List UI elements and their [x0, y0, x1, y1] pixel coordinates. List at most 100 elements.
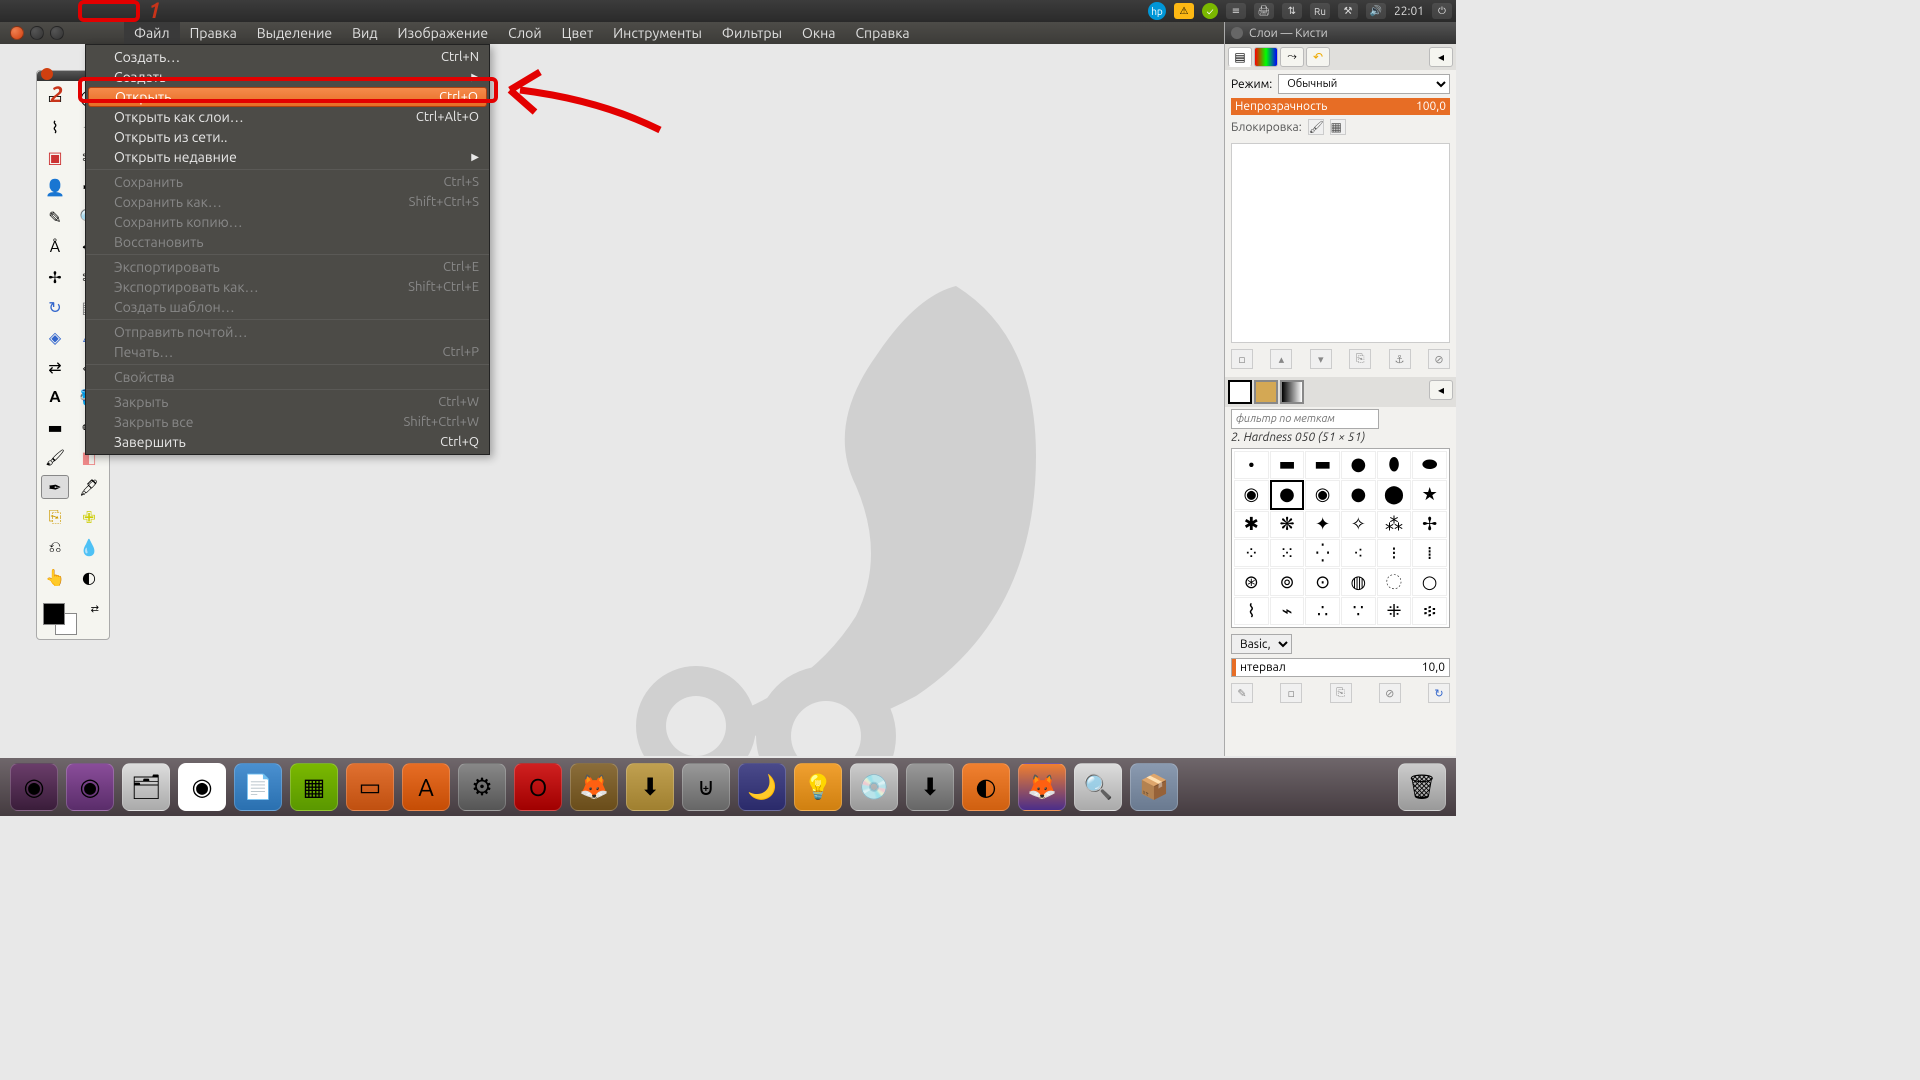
- lower-layer-button[interactable]: ▾: [1310, 349, 1332, 369]
- brush-item-selected[interactable]: ●: [1270, 480, 1305, 510]
- rotate-tool[interactable]: ↻: [41, 295, 69, 319]
- opacity-slider[interactable]: Непрозрачность 100,0: [1231, 98, 1450, 115]
- image-viewer-icon[interactable]: 🔍: [1074, 763, 1122, 811]
- brush-item[interactable]: ⊙: [1305, 568, 1340, 596]
- blender-icon[interactable]: ◐: [962, 763, 1010, 811]
- text-tool[interactable]: A: [41, 385, 69, 409]
- dodge-tool[interactable]: ◐: [75, 565, 103, 589]
- paths-tab[interactable]: ⤳: [1280, 47, 1304, 67]
- brush-item[interactable]: ○: [1412, 568, 1447, 596]
- brush-item[interactable]: ✦: [1305, 511, 1340, 539]
- airbrush-tool[interactable]: ✒: [41, 475, 69, 499]
- brush-interval-slider[interactable]: нтервал 10,0: [1231, 658, 1450, 677]
- refresh-brush-button[interactable]: ↻: [1428, 683, 1450, 703]
- archive-icon[interactable]: 📦: [1130, 763, 1178, 811]
- edit-brush-button[interactable]: ✎: [1231, 683, 1253, 703]
- software-center-icon[interactable]: A: [402, 763, 450, 811]
- brush-item[interactable]: ⊚: [1270, 568, 1305, 596]
- brush-item[interactable]: ⁜: [1377, 597, 1412, 625]
- anchor-layer-button[interactable]: ⚓: [1389, 349, 1411, 369]
- window-maximize-button[interactable]: [50, 26, 64, 40]
- files-icon[interactable]: 🗂: [122, 763, 170, 811]
- menu-выделение[interactable]: Выделение: [247, 22, 342, 44]
- brush-item[interactable]: ●: [1341, 451, 1376, 479]
- brushes-tab[interactable]: [1228, 380, 1252, 404]
- brush-item[interactable]: ✧: [1341, 511, 1376, 539]
- print-icon[interactable]: 🖨: [1254, 3, 1274, 19]
- raise-layer-button[interactable]: ▴: [1270, 349, 1292, 369]
- by-color-select-tool[interactable]: ▣: [41, 145, 69, 169]
- menu-icon[interactable]: ≡: [1226, 3, 1246, 19]
- lock-pixels-icon[interactable]: 🖌: [1308, 119, 1324, 135]
- trash-icon[interactable]: 🗑: [1398, 763, 1446, 811]
- menu-item-завершить[interactable]: ЗавершитьCtrl+Q: [86, 432, 489, 452]
- brasero-icon[interactable]: 💿: [850, 763, 898, 811]
- status-ok-icon[interactable]: ✓: [1202, 3, 1218, 19]
- smudge-tool[interactable]: 👆: [41, 565, 69, 589]
- menu-изображение[interactable]: Изображение: [388, 22, 499, 44]
- brush-grid[interactable]: • ▬ ▬ ● ⬮ ⬬ ◉ ● ◉ ● ⬤ ★ ✱ ❋ ✦ ✧ ⁂ ✢ ⁘ ⁙ …: [1231, 448, 1450, 628]
- brush-item[interactable]: ⁖: [1341, 539, 1376, 567]
- perspective-clone-tool[interactable]: ⎌: [41, 535, 69, 559]
- menu-вид[interactable]: Вид: [342, 22, 387, 44]
- bluetooth-icon[interactable]: ⚒: [1338, 3, 1358, 19]
- brush-item[interactable]: ⊛: [1234, 568, 1269, 596]
- close-icon[interactable]: [41, 68, 53, 80]
- new-brush-button[interactable]: ▫: [1280, 683, 1302, 703]
- brush-preset-select[interactable]: Basic,: [1231, 634, 1292, 654]
- opera-icon[interactable]: O: [514, 763, 562, 811]
- brush-item[interactable]: ⌁: [1270, 597, 1305, 625]
- writer-icon[interactable]: 📄: [234, 763, 282, 811]
- blur-tool[interactable]: 💧: [75, 535, 103, 559]
- warning-icon[interactable]: ⚠: [1174, 3, 1194, 19]
- window-close-button[interactable]: [10, 26, 24, 40]
- duplicate-layer-button[interactable]: ⎘: [1349, 349, 1371, 369]
- measure-tool[interactable]: Å: [41, 235, 69, 259]
- usb-creator-icon[interactable]: ⊎: [682, 763, 730, 811]
- chrome-icon[interactable]: ◉: [178, 763, 226, 811]
- stellarium-icon[interactable]: 🌙: [738, 763, 786, 811]
- ink-tool[interactable]: 🖋: [75, 475, 103, 499]
- menu-инструменты[interactable]: Инструменты: [603, 22, 712, 44]
- channels-tab[interactable]: [1254, 47, 1278, 67]
- window-minimize-button[interactable]: [30, 26, 44, 40]
- brush-item[interactable]: ⬤: [1377, 480, 1412, 510]
- undo-tab[interactable]: ↶: [1306, 47, 1330, 67]
- brush-item[interactable]: ፨: [1412, 597, 1447, 625]
- hp-icon[interactable]: hp: [1148, 2, 1166, 20]
- menu-item-открыть-из-сети-[interactable]: Открыть из сети..: [86, 127, 489, 147]
- blend-tool[interactable]: ▬: [41, 415, 69, 439]
- menu-item-создать-[interactable]: Создать…Ctrl+N: [86, 47, 489, 67]
- menu-item-открыть-недавние[interactable]: Открыть недавние▶: [86, 147, 489, 167]
- close-icon[interactable]: [1231, 27, 1243, 39]
- brush-item[interactable]: ∴: [1305, 597, 1340, 625]
- flip-tool[interactable]: ⇄: [41, 355, 69, 379]
- power-icon[interactable]: ⏻: [1432, 3, 1452, 19]
- menu-файл[interactable]: Файл: [124, 22, 180, 44]
- brush-item[interactable]: ⁞: [1412, 539, 1447, 567]
- patterns-tab[interactable]: [1254, 380, 1278, 404]
- tab-menu-button[interactable]: ◂: [1429, 380, 1453, 400]
- brush-item[interactable]: ◍: [1341, 568, 1376, 596]
- brush-item[interactable]: ⬬: [1412, 451, 1447, 479]
- menu-item-создать[interactable]: Создать▶: [86, 67, 489, 87]
- menu-окна[interactable]: Окна: [792, 22, 845, 44]
- clock[interactable]: 22:01: [1394, 5, 1424, 18]
- brush-item[interactable]: ◌: [1377, 568, 1412, 596]
- calc-icon[interactable]: ▦: [290, 763, 338, 811]
- brush-item[interactable]: ❋: [1270, 511, 1305, 539]
- firefox-icon[interactable]: 🦊: [1018, 763, 1066, 811]
- paintbrush-tool[interactable]: 🖌: [41, 445, 69, 469]
- align-tool[interactable]: ✢: [41, 265, 69, 289]
- brush-item[interactable]: ⁘: [1234, 539, 1269, 567]
- duplicate-brush-button[interactable]: ⎘: [1330, 683, 1352, 703]
- brush-item[interactable]: ★: [1412, 480, 1447, 510]
- brush-item[interactable]: ✱: [1234, 511, 1269, 539]
- downloads-icon[interactable]: ⬇: [626, 763, 674, 811]
- redshift-icon[interactable]: 💡: [794, 763, 842, 811]
- brush-item[interactable]: ⁛: [1305, 539, 1340, 567]
- layer-list[interactable]: [1231, 143, 1450, 343]
- layers-tab[interactable]: ▤: [1228, 47, 1252, 67]
- lock-alpha-icon[interactable]: ▦: [1330, 119, 1346, 135]
- delete-layer-button[interactable]: ⊘: [1428, 349, 1450, 369]
